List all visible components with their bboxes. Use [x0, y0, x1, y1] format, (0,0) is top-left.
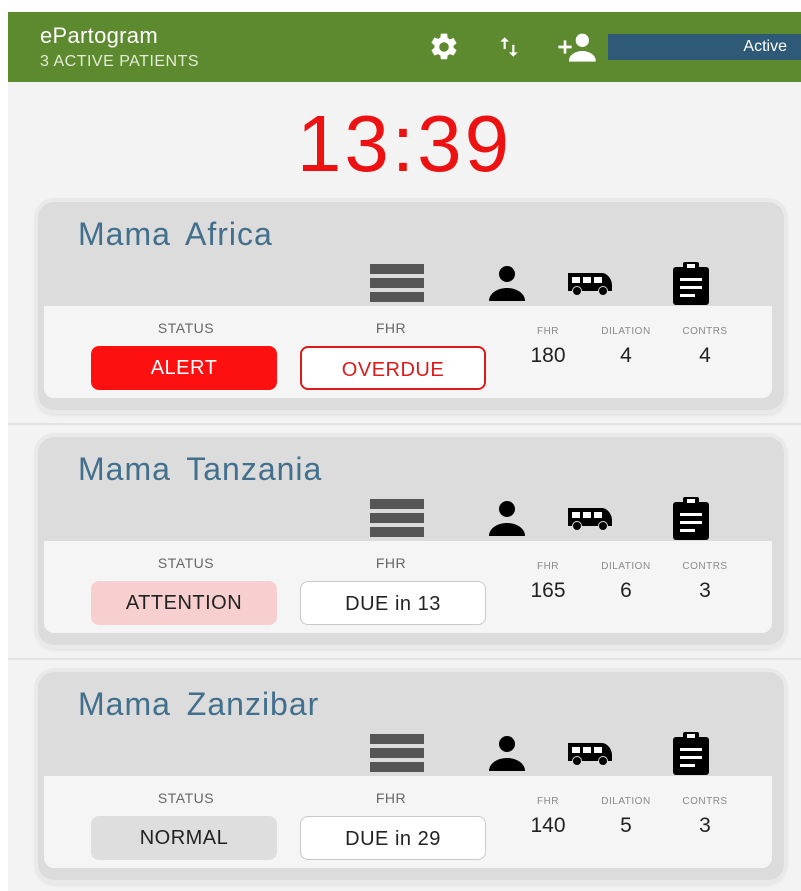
contrs-label: CONTRS	[682, 326, 728, 337]
status-badge[interactable]: ALERT	[91, 346, 277, 390]
current-time: 13:39	[296, 99, 513, 188]
fhr-small-label: FHR	[536, 561, 560, 572]
patient-name: Mama Tanzania	[78, 451, 323, 487]
fhr-small-label: FHR	[536, 796, 560, 807]
dilation-value: 5	[620, 814, 632, 837]
bus-icon[interactable]	[563, 495, 617, 541]
patient-summary: STATUS FHR NORMAL DUE in 29 FHR DILATION…	[44, 776, 772, 868]
app-screen: ePartogram 3 ACTIVE PATIENTS Active 13:3…	[8, 12, 801, 891]
bus-icon[interactable]	[563, 730, 617, 776]
bus-icon[interactable]	[563, 260, 617, 306]
contrs-label: CONTRS	[682, 796, 728, 807]
clipboard-icon[interactable]	[664, 260, 718, 306]
dilation-value: 4	[620, 344, 632, 367]
person-icon[interactable]	[480, 260, 534, 306]
app-bar: ePartogram 3 ACTIVE PATIENTS Active	[8, 12, 801, 82]
patient-card-tanzania[interactable]: Mama Tanzania STATUS FHR ATTENTION DUE i…	[38, 437, 784, 645]
fhr-due-button[interactable]: DUE in 13	[300, 581, 486, 625]
patient-actions	[38, 260, 784, 308]
status-label: STATUS	[157, 790, 215, 806]
fhr-label: FHR	[375, 790, 407, 806]
patient-card-zanzibar[interactable]: Mama Zanzibar STATUS FHR NORMAL DUE in 2…	[38, 672, 784, 880]
patient-name: Mama Zanzibar	[78, 686, 320, 722]
dilation-label: DILATION	[601, 796, 651, 807]
partograph-bars-icon[interactable]	[370, 260, 424, 306]
fhr-label: FHR	[375, 320, 407, 336]
active-patients-count: 3 ACTIVE PATIENTS	[40, 53, 200, 70]
fhr-due-button[interactable]: DUE in 29	[300, 816, 486, 860]
contrs-value: 3	[699, 579, 711, 602]
gear-icon[interactable]	[425, 30, 463, 64]
contrs-label: CONTRS	[682, 561, 728, 572]
app-title: ePartogram	[40, 23, 158, 48]
divider	[8, 423, 801, 425]
fhr-label: FHR	[375, 555, 407, 571]
active-filter-button[interactable]: Active	[608, 34, 801, 60]
person-icon[interactable]	[480, 495, 534, 541]
swap-vertical-icon[interactable]	[490, 30, 528, 64]
dilation-value: 6	[620, 579, 632, 602]
patient-actions	[38, 730, 784, 778]
fhr-due-button[interactable]: OVERDUE	[300, 346, 486, 390]
fhr-value: 180	[530, 344, 566, 367]
person-add-icon[interactable]	[554, 30, 600, 64]
divider	[8, 658, 801, 660]
patient-actions	[38, 495, 784, 543]
partograph-bars-icon[interactable]	[370, 730, 424, 776]
status-badge[interactable]: ATTENTION	[91, 581, 277, 625]
contrs-value: 4	[699, 344, 711, 367]
person-icon[interactable]	[480, 730, 534, 776]
patient-card-africa[interactable]: Mama Africa STATUS FHR ALERT OVERDUE FHR…	[38, 202, 784, 410]
partograph-bars-icon[interactable]	[370, 495, 424, 541]
status-label: STATUS	[157, 320, 215, 336]
clipboard-icon[interactable]	[664, 730, 718, 776]
fhr-value: 165	[530, 579, 566, 602]
fhr-small-label: FHR	[536, 326, 560, 337]
contrs-value: 3	[699, 814, 711, 837]
clipboard-icon[interactable]	[664, 495, 718, 541]
dilation-label: DILATION	[601, 561, 651, 572]
patient-summary: STATUS FHR ATTENTION DUE in 13 FHR DILAT…	[44, 541, 772, 633]
patient-name: Mama Africa	[78, 216, 273, 252]
status-badge[interactable]: NORMAL	[91, 816, 277, 860]
patient-summary: STATUS FHR ALERT OVERDUE FHR DILATION CO…	[44, 306, 772, 398]
status-label: STATUS	[157, 555, 215, 571]
dilation-label: DILATION	[601, 326, 651, 337]
fhr-value: 140	[530, 814, 566, 837]
